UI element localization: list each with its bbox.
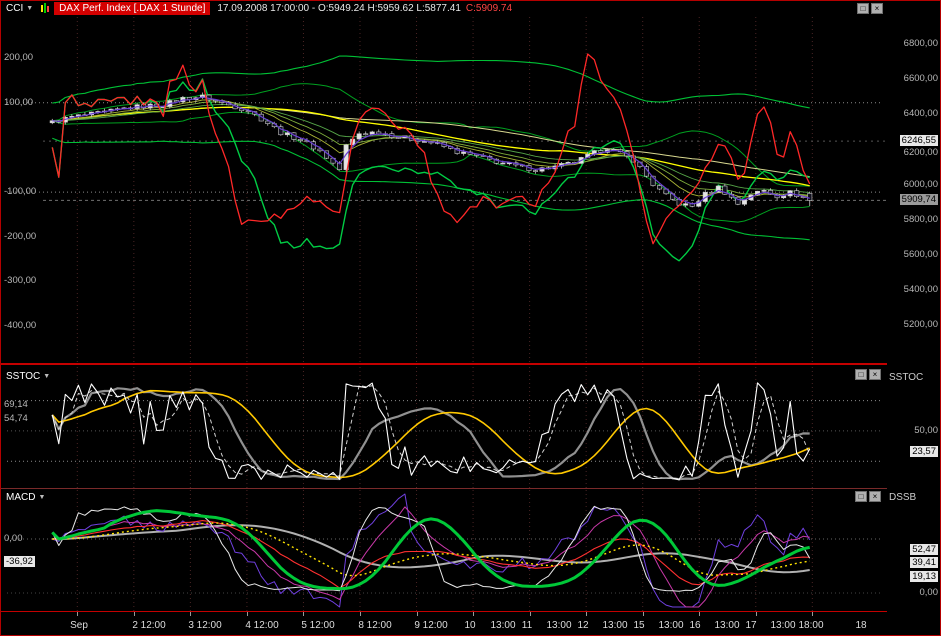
value-marker: 39,41 bbox=[910, 557, 938, 568]
time-axis-tick bbox=[643, 612, 644, 616]
time-axis-label: 2 12:00 bbox=[132, 620, 165, 631]
value-marker: 19,13 bbox=[910, 571, 938, 582]
time-axis-label: 13:00 bbox=[770, 620, 795, 631]
indicator-selector-macd[interactable]: MACD ▼ bbox=[6, 492, 45, 503]
scale-label: 0,00 bbox=[920, 587, 939, 598]
value-marker: 6246,55 bbox=[900, 135, 938, 146]
dssb-scale-title: DSSB bbox=[889, 492, 916, 503]
time-axis-tick bbox=[756, 612, 757, 616]
value-marker: 23,57 bbox=[910, 446, 938, 457]
scale-label: 5200,00 bbox=[904, 319, 938, 330]
time-axis-tick bbox=[190, 612, 191, 616]
scale-label: 6800,00 bbox=[904, 38, 938, 49]
candlestick-chart-icon bbox=[39, 3, 51, 14]
time-axis-label: 18:00 bbox=[798, 620, 823, 631]
indicator-selector-label: MACD bbox=[6, 492, 35, 503]
right-scale-labels: 6800,00 6600,00 6400,00 6246,556200,00 6000,… bbox=[887, 1, 940, 636]
scale-label: 6200,00 bbox=[904, 147, 938, 158]
dropdown-arrow-icon: ▼ bbox=[43, 373, 50, 380]
time-axis: Sep 2 12:00 3 12:00 4 12:00 5 12:00 8 12:00 9 … bbox=[1, 612, 941, 636]
restore-button[interactable]: □ bbox=[855, 369, 867, 380]
sstoc-window-buttons: □ × bbox=[855, 369, 881, 380]
time-axis-label: 5 12:00 bbox=[301, 620, 334, 631]
time-axis-label: 17 bbox=[745, 620, 756, 631]
main-price-chart[interactable] bbox=[3, 17, 887, 363]
indicator-selector-sstoc[interactable]: SSTOC ▼ bbox=[6, 371, 50, 382]
macd-panel-chart[interactable] bbox=[3, 490, 887, 611]
scale-label: 6000,00 bbox=[904, 179, 938, 190]
time-axis-label: 12 bbox=[577, 620, 588, 631]
time-axis-label: 16 bbox=[689, 620, 700, 631]
time-axis-tick bbox=[360, 612, 361, 616]
instrument-title: DAX Perf. Index [.DAX 1 Stunde] bbox=[54, 2, 210, 15]
macd-window-buttons: □ × bbox=[855, 491, 881, 502]
scale-label: 50,00 bbox=[914, 425, 938, 436]
trading-terminal-window: CCI ▼ DAX Perf. Index [.DAX 1 Stunde] 17… bbox=[0, 0, 941, 636]
value-scale-column: e SSTOC DSSB 6800,006600,006400,006246,5… bbox=[887, 1, 940, 636]
indicator-selector-label: CCI bbox=[6, 3, 23, 14]
time-axis-label: 13:00 bbox=[490, 620, 515, 631]
time-axis-label: 13:00 bbox=[714, 620, 739, 631]
time-axis-tick bbox=[134, 612, 135, 616]
time-axis-tick bbox=[247, 612, 248, 616]
value-marker: 5909,74 bbox=[900, 194, 938, 205]
time-axis-tick bbox=[812, 612, 813, 616]
time-axis-label: 3 12:00 bbox=[188, 620, 221, 631]
panel-separator bbox=[1, 363, 889, 365]
dropdown-arrow-icon: ▼ bbox=[38, 494, 45, 501]
stochastic-panel-chart[interactable] bbox=[3, 367, 887, 488]
time-axis-label: 18 bbox=[855, 620, 866, 631]
time-axis-tick bbox=[417, 612, 418, 616]
indicator-selector-cci[interactable]: CCI ▼ bbox=[1, 1, 38, 16]
panel-separator bbox=[1, 488, 889, 489]
time-axis-tick bbox=[699, 612, 700, 616]
value-marker: 52,47 bbox=[910, 544, 938, 555]
dropdown-arrow-icon: ▼ bbox=[26, 5, 33, 12]
time-axis-label: 11 bbox=[522, 620, 532, 631]
close-button[interactable]: × bbox=[871, 3, 883, 14]
time-axis-tick bbox=[586, 612, 587, 616]
close-button[interactable]: × bbox=[869, 491, 881, 502]
time-axis-label: 9 12:00 bbox=[414, 620, 447, 631]
datetime-ohlc-readout: 17.09.2008 17:00:00 - O:5949.24 H:5959.6… bbox=[217, 3, 461, 14]
scale-label: 6400,00 bbox=[904, 108, 938, 119]
time-axis-tick bbox=[473, 612, 474, 616]
time-axis-label: 15 bbox=[633, 620, 644, 631]
time-axis-label: 13:00 bbox=[658, 620, 683, 631]
scale-label: 5600,00 bbox=[904, 249, 938, 260]
restore-button[interactable]: □ bbox=[855, 491, 867, 502]
scale-label: 5800,00 bbox=[904, 214, 938, 225]
restore-button[interactable]: □ bbox=[857, 3, 869, 14]
chart-titlebar: CCI ▼ DAX Perf. Index [.DAX 1 Stunde] 17… bbox=[1, 1, 940, 16]
time-axis-label: 13:00 bbox=[546, 620, 571, 631]
scale-label: 6600,00 bbox=[904, 73, 938, 84]
scale-label: 5400,00 bbox=[904, 284, 938, 295]
time-axis-label: 10 bbox=[464, 620, 475, 631]
main-window-buttons: □ × bbox=[857, 3, 883, 14]
time-axis-label: 8 12:00 bbox=[358, 620, 391, 631]
close-readout: C:5909.74 bbox=[466, 3, 512, 14]
time-axis-tick bbox=[77, 612, 78, 616]
time-axis-tick bbox=[303, 612, 304, 616]
sstoc-scale-title: SSTOC bbox=[889, 372, 923, 383]
time-axis-label: Sep bbox=[70, 620, 88, 631]
time-axis-label: 13:00 bbox=[602, 620, 627, 631]
time-axis-label: 4 12:00 bbox=[245, 620, 278, 631]
time-axis-tick bbox=[530, 612, 531, 616]
close-button[interactable]: × bbox=[869, 369, 881, 380]
indicator-selector-label: SSTOC bbox=[6, 371, 40, 382]
